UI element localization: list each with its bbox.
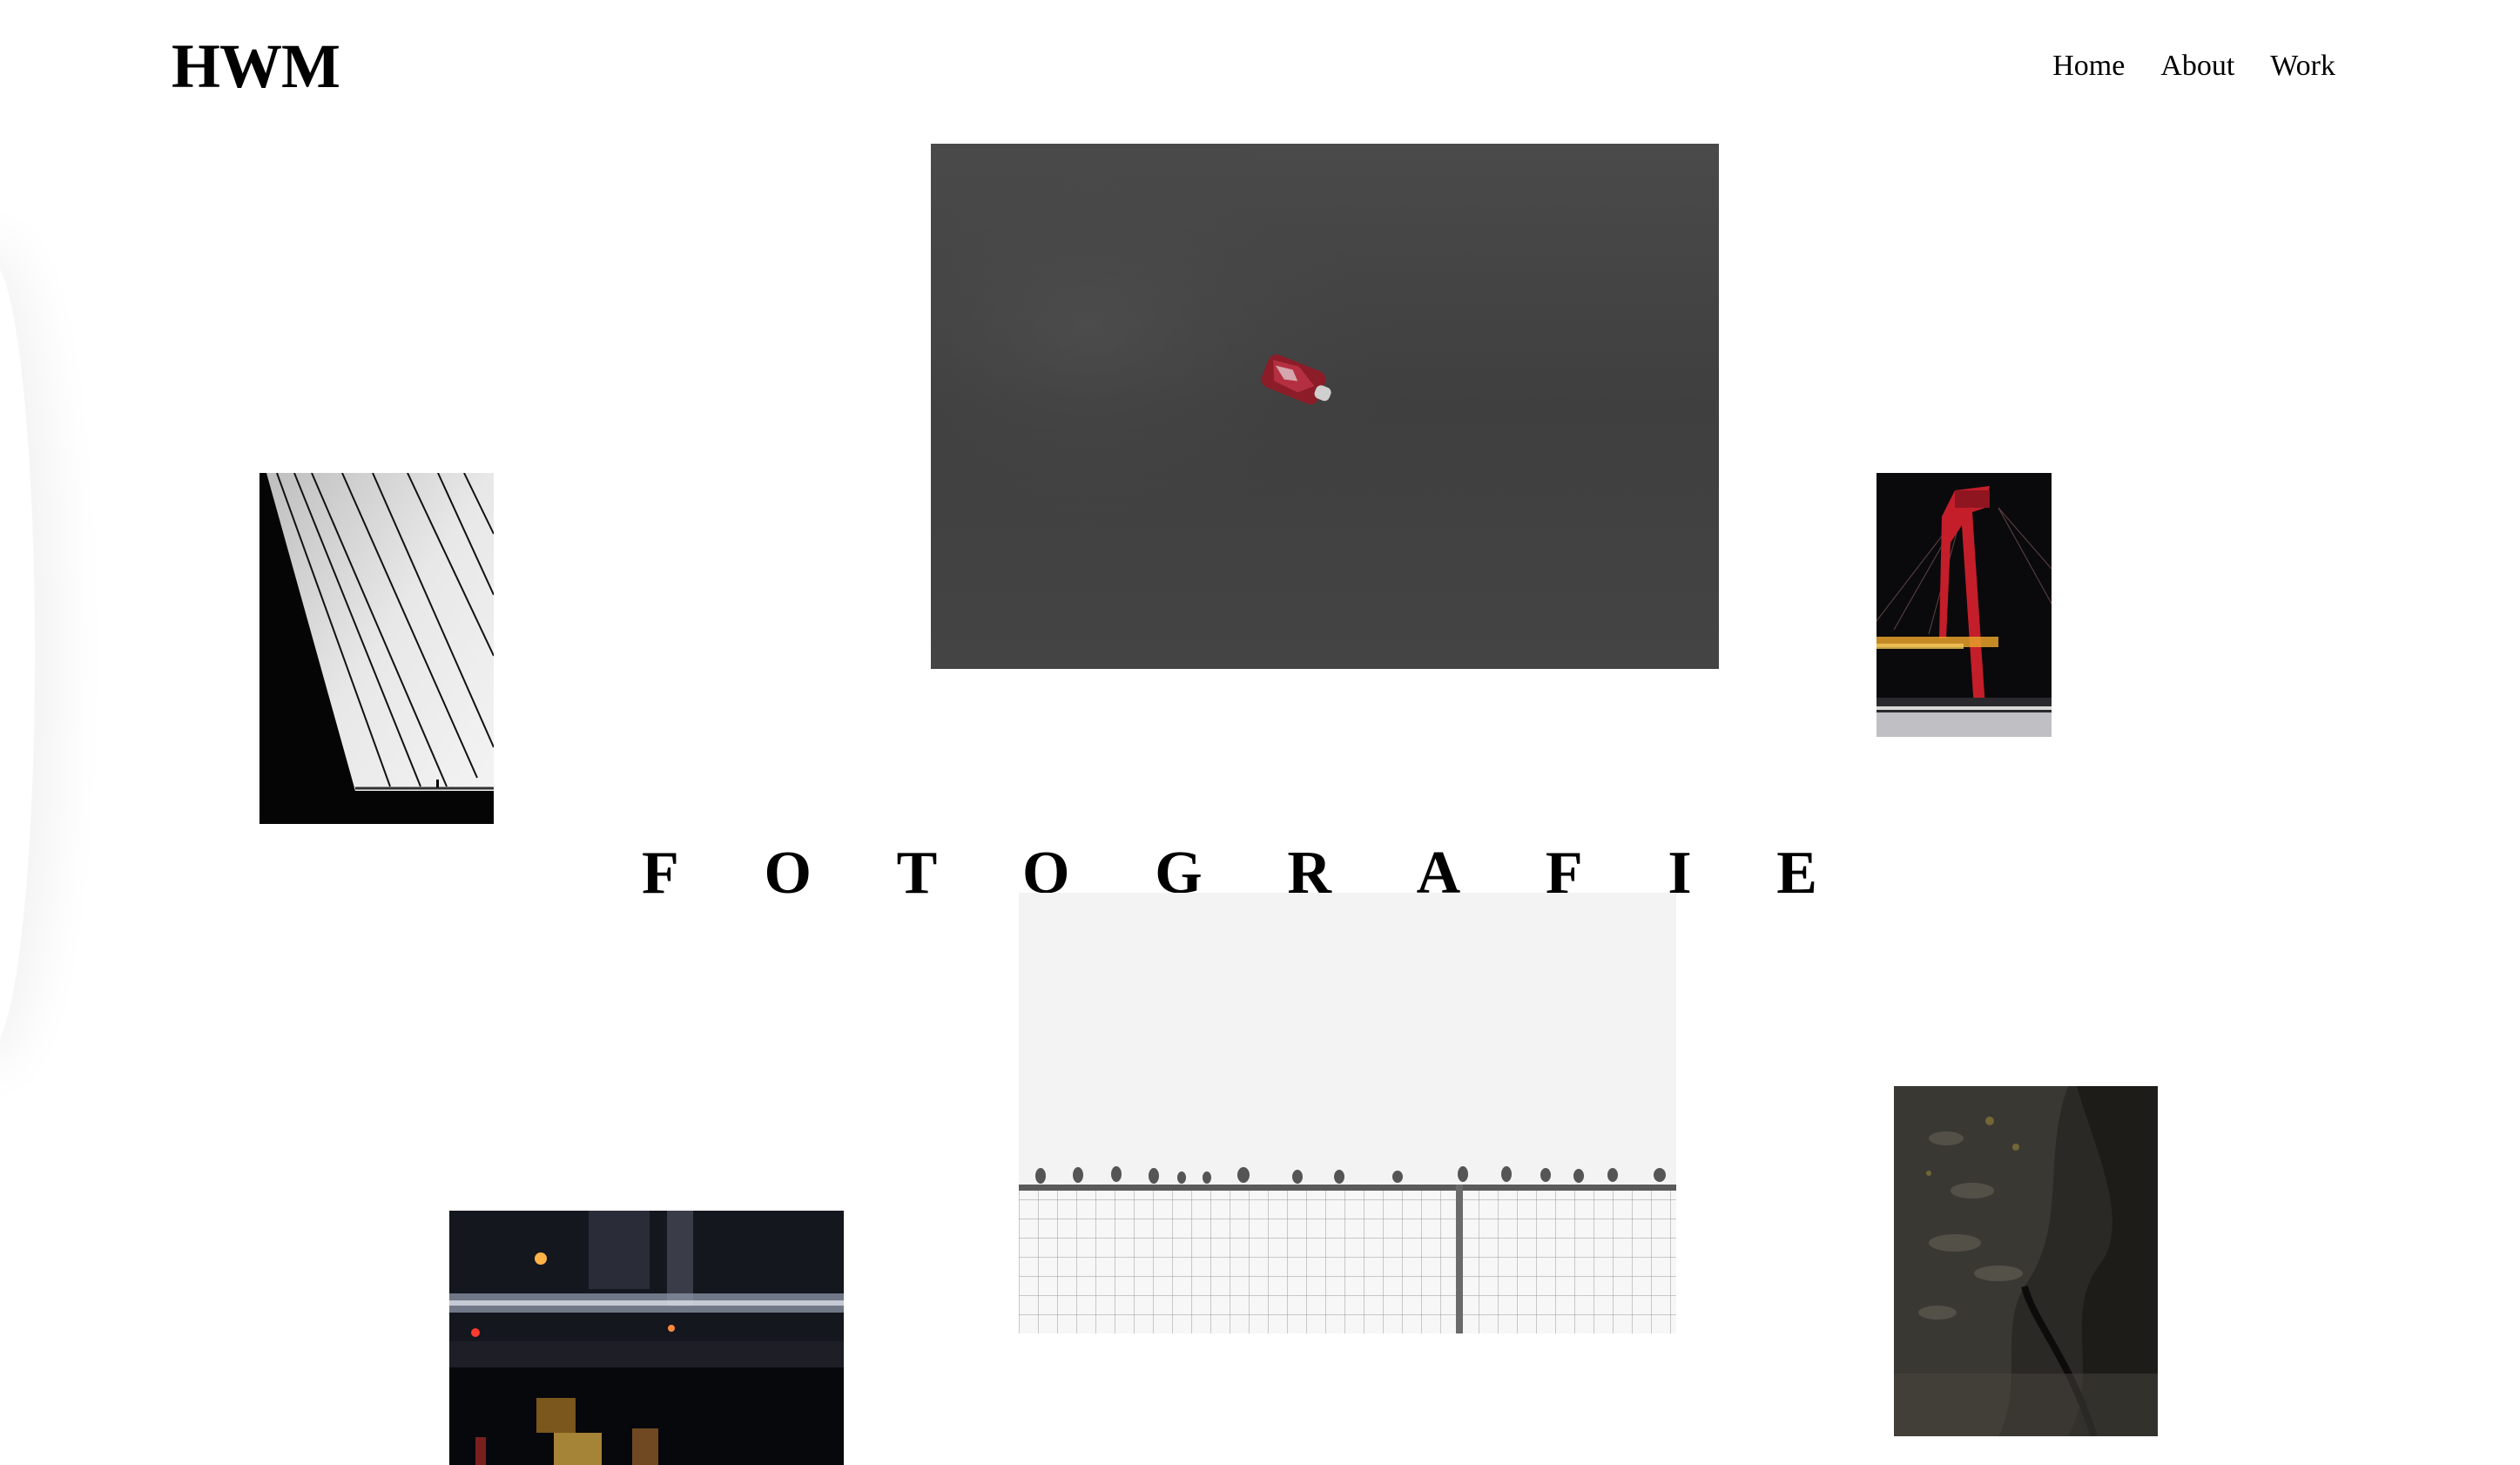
photo-bridge-cables-image <box>259 473 494 824</box>
headline-letter: F <box>642 840 679 907</box>
nav-about-link[interactable]: About <box>2160 45 2234 87</box>
photo-birds-on-fence[interactable] <box>1019 893 1676 1333</box>
photo-red-bridge-image <box>1877 473 2052 737</box>
photo-tree-bark-image <box>1894 1086 2158 1436</box>
main-nav: Home About Work <box>2052 45 2335 87</box>
photo-night-harbor[interactable] <box>449 1211 844 1465</box>
photo-crushed-can-image <box>931 144 1719 669</box>
headline-letter: O <box>764 840 812 907</box>
edge-shadow <box>0 261 35 1045</box>
photo-red-bridge[interactable] <box>1877 473 2052 737</box>
site-logo[interactable]: HWM <box>172 31 340 101</box>
nav-work-link[interactable]: Work <box>2270 45 2335 87</box>
headline-letter: E <box>1776 840 1817 907</box>
photo-bridge-cables[interactable] <box>259 473 494 824</box>
photo-night-harbor-image <box>449 1211 844 1465</box>
site-header: HWM Home About Work <box>0 0 2520 131</box>
photo-tree-bark[interactable] <box>1894 1086 2158 1436</box>
photo-crushed-can[interactable] <box>931 144 1719 669</box>
nav-home-link[interactable]: Home <box>2052 45 2125 87</box>
photo-birds-on-fence-image <box>1019 893 1676 1333</box>
headline-letter: T <box>896 840 938 907</box>
